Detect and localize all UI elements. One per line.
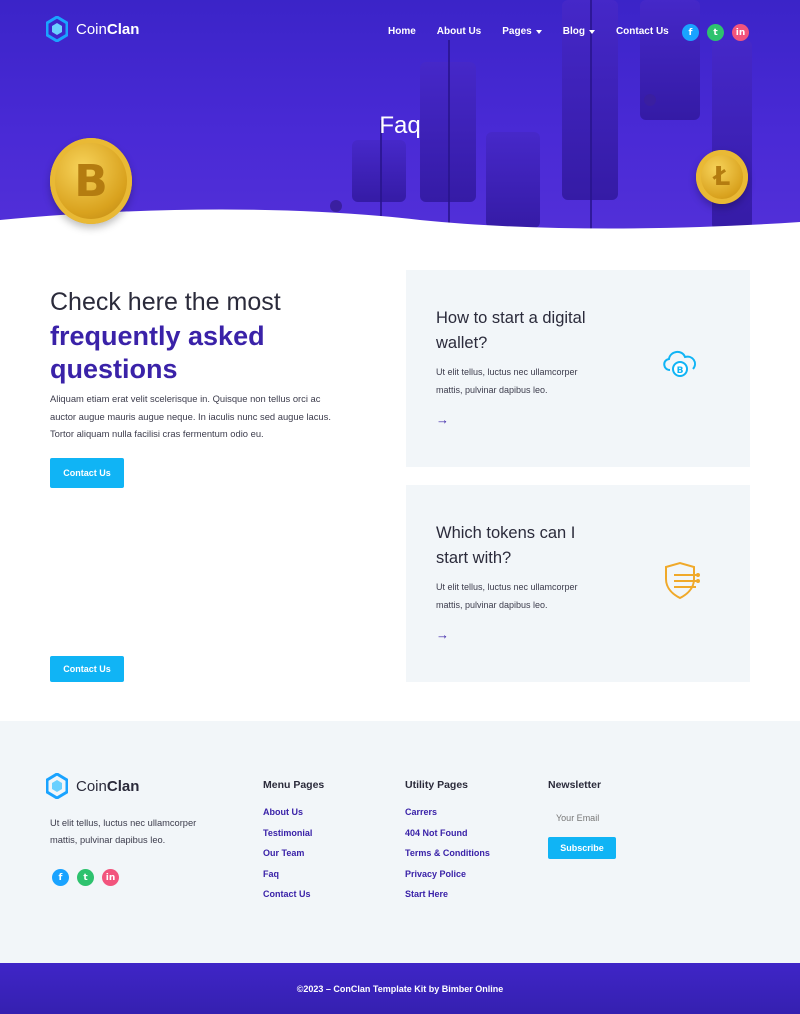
footer-utility-pages: Utility Pages Carrers 404 Not Found Term…	[405, 779, 490, 899]
faq-description: Aliquam etiam erat velit scelerisque in.…	[50, 393, 331, 439]
hero-dot	[644, 94, 656, 106]
litecoin-coin-image: Ł	[696, 150, 748, 204]
subscribe-button[interactable]: Subscribe	[548, 837, 616, 859]
footer-link-contact-us[interactable]: Contact Us	[263, 889, 324, 899]
twitter-icon[interactable]: t	[77, 869, 94, 886]
faq-card-title: Which tokens can I start with?	[436, 524, 576, 567]
nav-item-home[interactable]: Home	[388, 26, 416, 37]
footer-link-404[interactable]: 404 Not Found	[405, 828, 490, 838]
footer-menu-pages: Menu Pages About Us Testimonial Our Team…	[263, 779, 324, 899]
cloud-bitcoin-icon: B	[663, 351, 696, 377]
footer-link-start-here[interactable]: Start Here	[405, 889, 490, 899]
page-title: Faq	[379, 112, 421, 139]
brand-name: CoinClan	[76, 20, 140, 38]
header-logo[interactable]: CoinClan	[46, 16, 139, 42]
hero-chart-bar	[352, 140, 406, 202]
faq-card-title: How to start a digital wallet?	[436, 309, 586, 352]
copyright-text: ©2023 – ConClan Template Kit by Bimber O…	[296, 983, 504, 994]
newsletter-email-input[interactable]	[548, 809, 648, 827]
faq-card[interactable]: How to start a digital wallet? Ut elit t…	[406, 270, 750, 467]
main-nav: Home About Us Pages Blog Contact Us	[388, 26, 669, 37]
facebook-icon[interactable]: f	[52, 869, 69, 886]
faq-heading-bold: frequently asked questions	[50, 321, 265, 384]
arrow-right-icon[interactable]: →	[436, 627, 449, 642]
footer-link-carrers[interactable]: Carrers	[405, 807, 490, 817]
faq-heading-light: Check here the most	[50, 288, 281, 316]
nav-item-blog[interactable]: Blog	[563, 26, 595, 37]
arrow-right-icon[interactable]: →	[436, 412, 449, 427]
footer: CoinClan Ut elit tellus, luctus nec ulla…	[0, 721, 800, 963]
contact-us-button-secondary[interactable]: Contact Us	[50, 656, 124, 682]
footer-column-title: Newsletter	[548, 779, 602, 791]
linkedin-icon[interactable]: in	[102, 869, 119, 886]
header-social-links: f t in	[682, 24, 749, 41]
copyright-bar: ©2023 – ConClan Template Kit by Bimber O…	[0, 963, 800, 1014]
nav-item-pages[interactable]: Pages	[502, 26, 542, 37]
footer-link-privacy[interactable]: Privacy Police	[405, 869, 490, 879]
footer-link-terms[interactable]: Terms & Conditions	[405, 848, 490, 858]
svg-text:B: B	[677, 366, 684, 376]
footer-social-links: f t in	[52, 869, 119, 886]
bitcoin-coin-image: B	[50, 138, 132, 224]
facebook-icon[interactable]: f	[682, 24, 699, 41]
faq-card-text: Ut elit tellus, luctus nec ullamcorper m…	[436, 367, 578, 395]
faq-card-text: Ut elit tellus, luctus nec ullamcorper m…	[436, 582, 578, 610]
chevron-down-icon	[588, 29, 595, 34]
nav-item-contact-us[interactable]: Contact Us	[616, 26, 669, 37]
footer-link-our-team[interactable]: Our Team	[263, 848, 324, 858]
nav-item-about-us[interactable]: About Us	[437, 26, 481, 37]
footer-link-about-us[interactable]: About Us	[263, 807, 324, 817]
footer-column-title: Utility Pages	[405, 779, 469, 791]
footer-logo[interactable]: CoinClan	[46, 773, 139, 799]
footer-link-testimonial[interactable]: Testimonial	[263, 828, 324, 838]
contact-us-button[interactable]: Contact Us	[50, 458, 124, 488]
chevron-down-icon	[535, 29, 542, 34]
footer-newsletter: Newsletter	[548, 779, 601, 807]
shield-circuit-icon	[665, 561, 700, 600]
faq-card[interactable]: Which tokens can I start with? Ut elit t…	[406, 485, 750, 682]
brand-name: CoinClan	[76, 777, 140, 795]
footer-link-faq[interactable]: Faq	[263, 869, 324, 879]
hexagon-logo-icon	[46, 16, 68, 42]
footer-about-text: Ut elit tellus, luctus nec ullamcorper m…	[50, 818, 197, 845]
twitter-icon[interactable]: t	[707, 24, 724, 41]
hexagon-logo-icon	[46, 773, 68, 799]
linkedin-icon[interactable]: in	[732, 24, 749, 41]
footer-column-title: Menu Pages	[263, 779, 325, 791]
